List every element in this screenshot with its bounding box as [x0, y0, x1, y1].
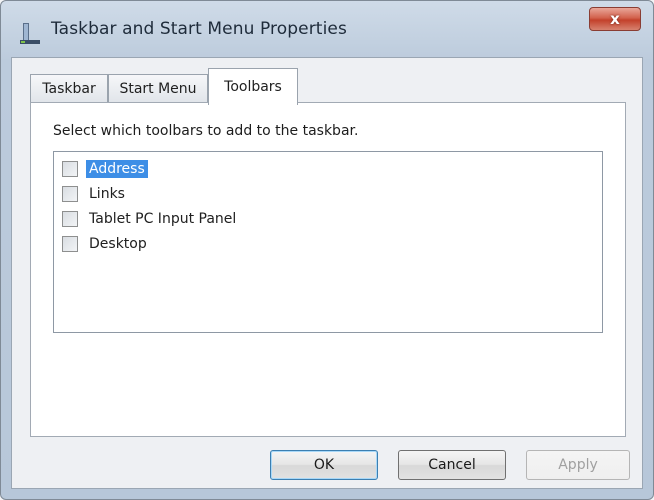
cancel-button[interactable]: Cancel	[398, 450, 506, 480]
window-title: Taskbar and Start Menu Properties	[51, 19, 347, 39]
apply-button[interactable]: Apply	[526, 450, 630, 480]
address-label[interactable]: Address	[86, 160, 148, 178]
list-item-tablet-pc-input-panel[interactable]: Tablet PC Input Panel	[62, 208, 239, 230]
dialog-client-area: Taskbar Start Menu Toolbars Select which…	[11, 57, 643, 489]
tab-toolbars-label: Toolbars	[224, 79, 282, 95]
links-label[interactable]: Links	[86, 185, 128, 203]
address-checkbox[interactable]	[62, 161, 78, 177]
desktop-label[interactable]: Desktop	[86, 235, 150, 253]
list-item-links[interactable]: Links	[62, 183, 128, 205]
taskbar-properties-icon	[20, 23, 40, 44]
toolbars-listbox[interactable]: Address Links Tablet PC Input Panel Desk…	[53, 151, 603, 333]
dialog-window: Taskbar and Start Menu Properties x Task…	[0, 0, 654, 500]
list-item-desktop[interactable]: Desktop	[62, 233, 150, 255]
tab-taskbar-label: Taskbar	[42, 80, 96, 97]
instruction-text: Select which toolbars to add to the task…	[53, 123, 359, 139]
tab-toolbars[interactable]: Toolbars	[208, 68, 298, 105]
tab-start-menu[interactable]: Start Menu	[108, 74, 208, 102]
tab-start-menu-label: Start Menu	[119, 80, 197, 97]
tab-taskbar[interactable]: Taskbar	[30, 74, 108, 102]
ok-button[interactable]: OK	[270, 450, 378, 480]
toolbars-tab-panel: Select which toolbars to add to the task…	[30, 102, 626, 437]
close-icon: x	[610, 10, 620, 28]
title-bar[interactable]: Taskbar and Start Menu Properties x	[1, 1, 653, 57]
links-checkbox[interactable]	[62, 186, 78, 202]
desktop-checkbox[interactable]	[62, 236, 78, 252]
close-button[interactable]: x	[589, 7, 641, 31]
list-item-address[interactable]: Address	[62, 158, 148, 180]
tablet-pc-input-panel-checkbox[interactable]	[62, 211, 78, 227]
tablet-pc-input-panel-label[interactable]: Tablet PC Input Panel	[86, 210, 239, 228]
